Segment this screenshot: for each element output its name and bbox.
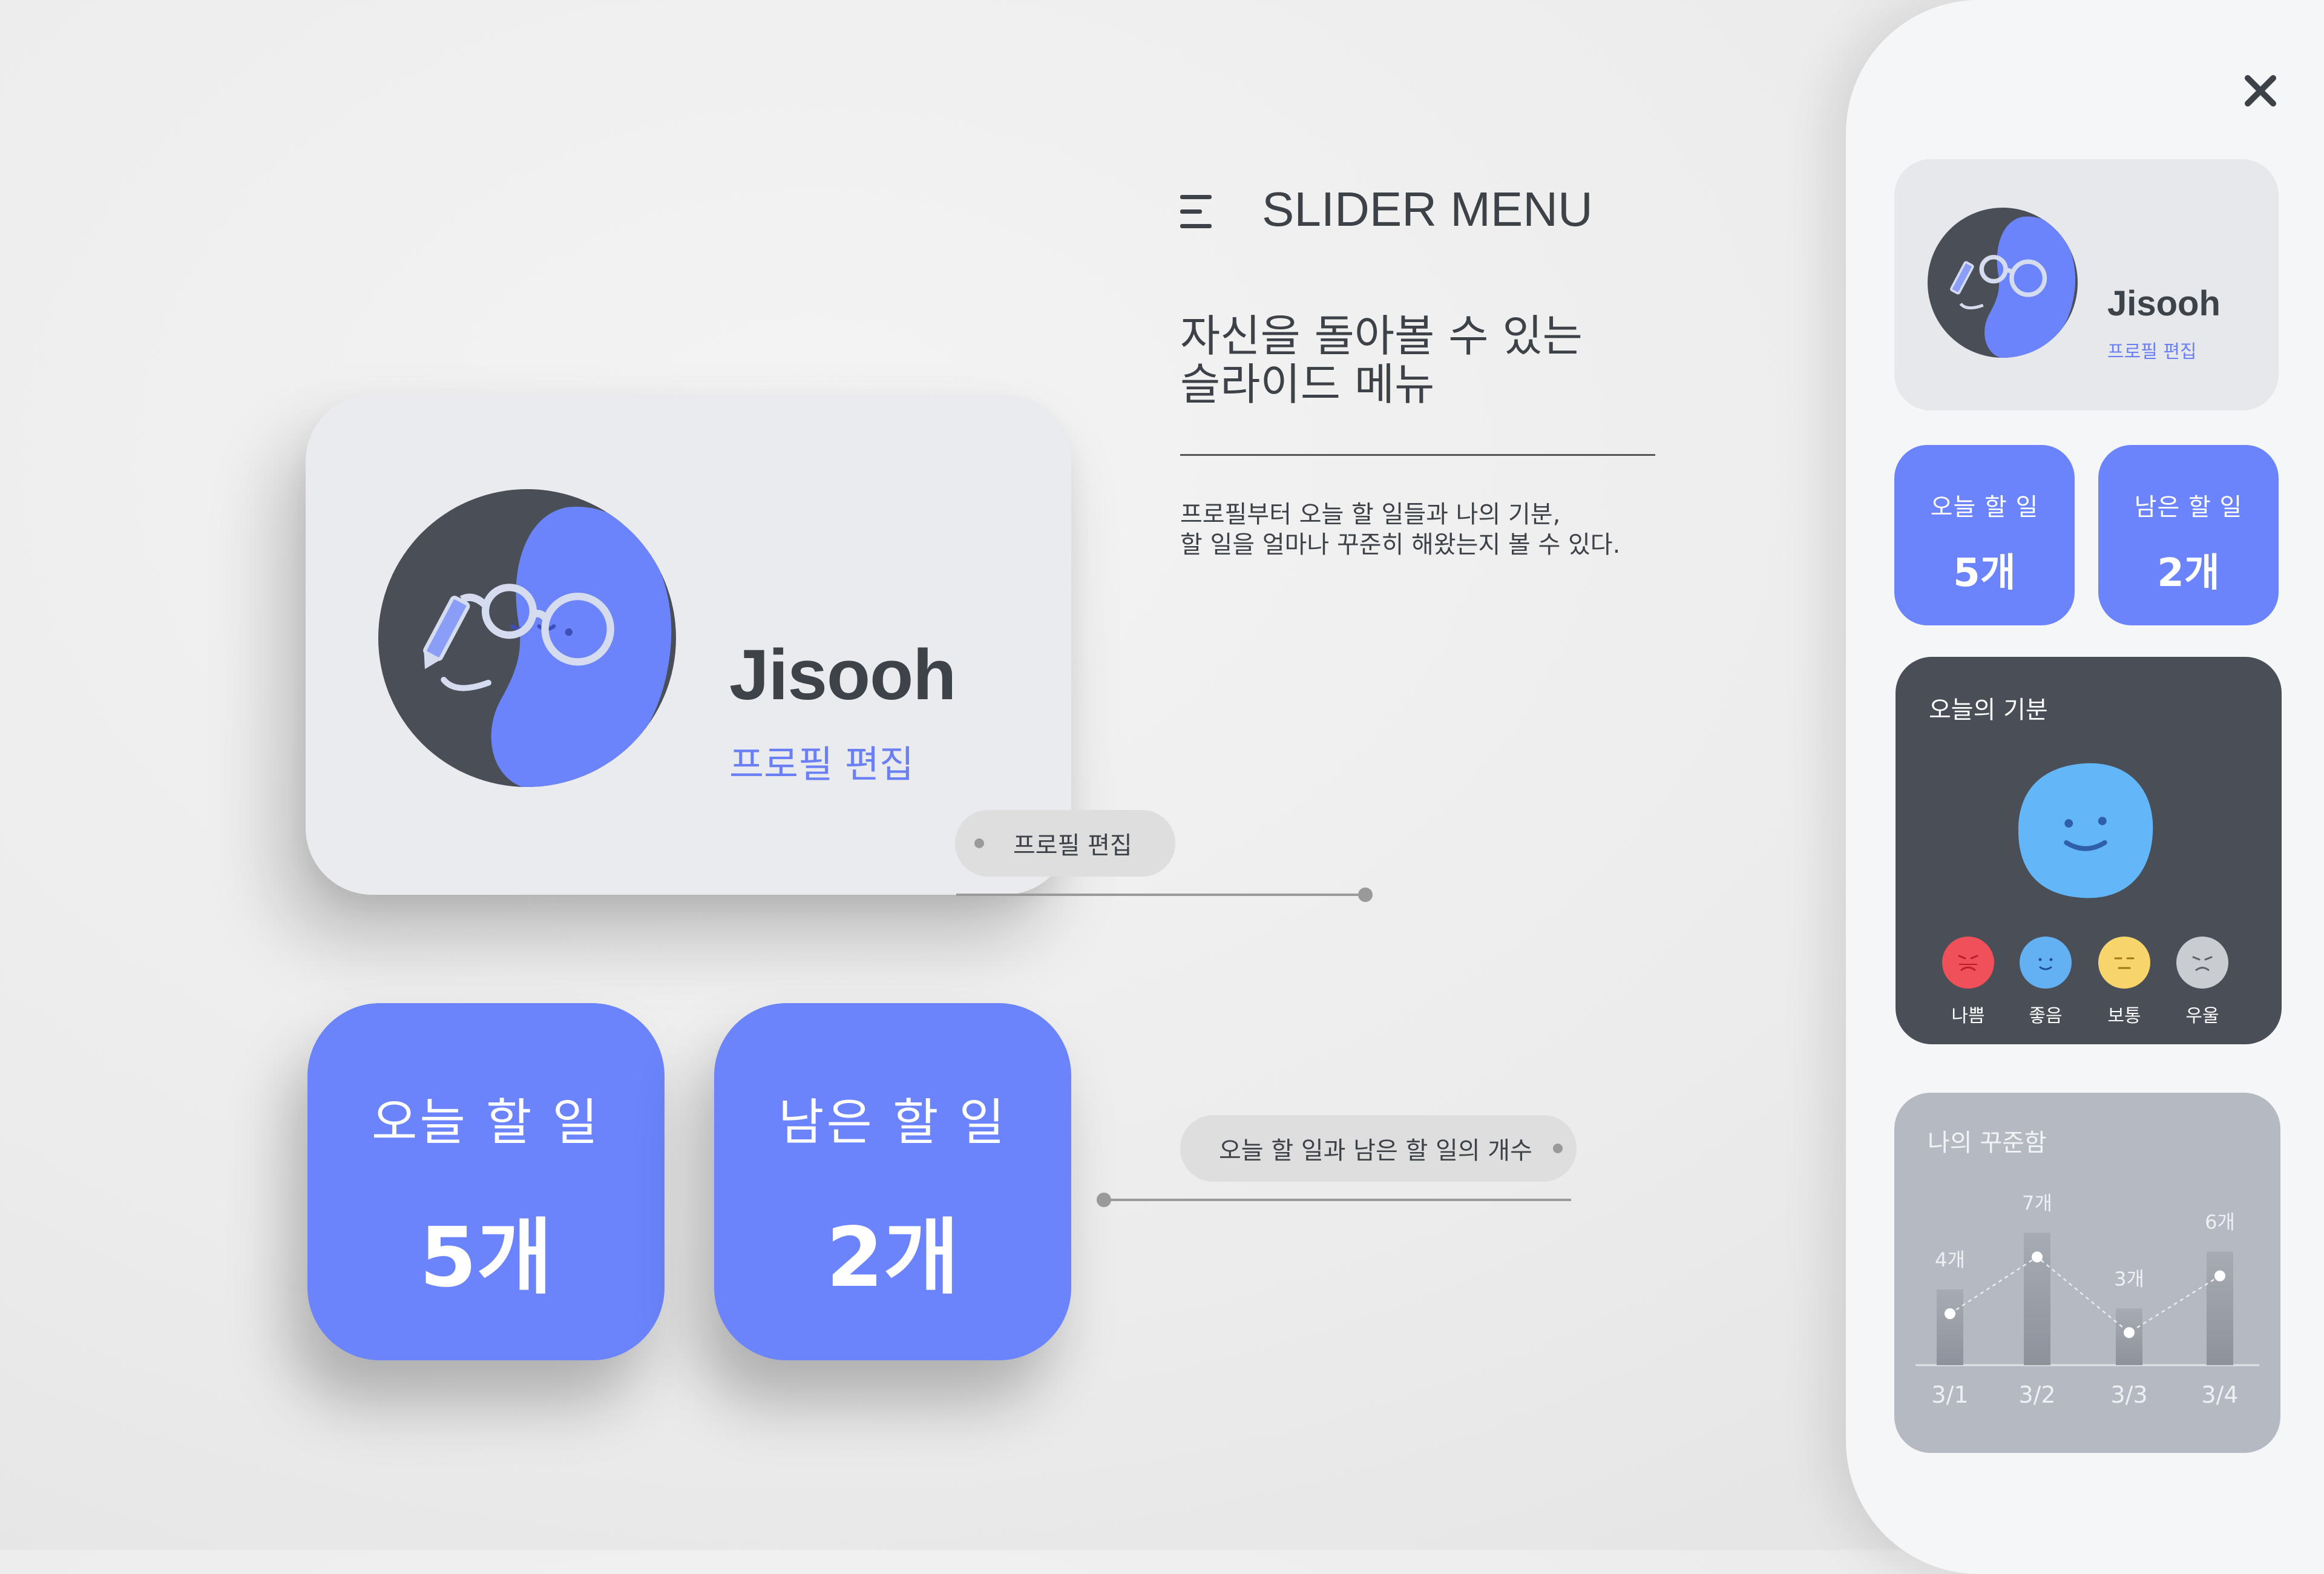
sad-face-icon bbox=[2176, 937, 2228, 989]
divider bbox=[1180, 454, 1655, 456]
chart-tick-label: 3/3 bbox=[2110, 1381, 2147, 1408]
mood-option-label: 좋음 bbox=[2029, 1006, 2063, 1027]
page-title: SLIDER MENU bbox=[1262, 182, 1593, 236]
chart-data-label: 7개 bbox=[2022, 1191, 2052, 1214]
chart-point bbox=[2214, 1270, 2225, 1282]
tasks-count-tag: 오늘 할 일과 남은 할 일의 개수 bbox=[1180, 1115, 1577, 1182]
headline-line: 슬라이드 메뉴 bbox=[1180, 359, 1435, 410]
mood-option-neutral[interactable]: 보통 bbox=[2097, 935, 2152, 1027]
profile-card[interactable]: Jisooh 프로필 편집 bbox=[306, 395, 1071, 895]
menu-icon bbox=[1180, 194, 1216, 230]
profile-name: Jisooh bbox=[729, 635, 956, 715]
description-line: 프로필부터 오늘 할 일들과 나의 기분, bbox=[1180, 501, 1561, 529]
mood-card: 오늘의 기분 나쁨 좋음 보통 우울 bbox=[1896, 657, 2282, 1044]
tag-dot bbox=[974, 838, 984, 848]
panel-today-tasks-label: 오늘 할 일 bbox=[1930, 493, 2039, 521]
today-tasks-card[interactable]: 오늘 할 일 5개 bbox=[307, 1003, 665, 1360]
chart-point bbox=[2032, 1251, 2043, 1263]
smile-face-icon bbox=[2020, 937, 2072, 989]
panel-profile-card[interactable]: Jisooh 프로필 편집 bbox=[1894, 159, 2279, 410]
panel-edit-profile-link[interactable]: 프로필 편집 bbox=[2107, 337, 2197, 363]
mood-option-good[interactable]: 좋음 bbox=[2018, 935, 2073, 1027]
panel-remaining-tasks-card[interactable]: 남은 할 일 2개 bbox=[2098, 445, 2279, 625]
smile-face-icon bbox=[2018, 763, 2153, 898]
chart-bar bbox=[1937, 1289, 1963, 1365]
chart-tick-label: 3/4 bbox=[2201, 1381, 2238, 1408]
today-tasks-count: 5개 bbox=[419, 1210, 553, 1306]
tag-dot bbox=[1552, 1144, 1563, 1153]
tag-label: 프로필 편집 bbox=[1013, 832, 1132, 860]
avatar-icon bbox=[378, 489, 676, 787]
panel-profile-name: Jisooh bbox=[2107, 284, 2221, 323]
avatar-icon bbox=[1928, 208, 2078, 358]
neutral-face-icon bbox=[2098, 937, 2150, 989]
headline-line: 자신을 돌아볼 수 있는 bbox=[1180, 311, 1583, 361]
steadiness-card: 나의 꾸준함 4개 3/1 7개 3/2 3개 3/3 6개 3/4 bbox=[1894, 1093, 2280, 1453]
chart-point bbox=[2124, 1327, 2135, 1339]
close-icon[interactable] bbox=[2239, 70, 2282, 112]
mood-title: 오늘의 기분 bbox=[1929, 696, 2048, 724]
chart-point bbox=[1945, 1308, 1955, 1319]
chart-bar bbox=[2207, 1251, 2233, 1365]
connector-line bbox=[1104, 1199, 1571, 1201]
connector-dot bbox=[1358, 887, 1373, 902]
edit-profile-link[interactable]: 프로필 편집 bbox=[729, 734, 914, 788]
headline: 자신을 돌아볼 수 있는 슬라이드 메뉴 bbox=[1180, 312, 1583, 409]
angry-face-icon bbox=[1942, 937, 1994, 989]
tag-label: 오늘 할 일과 남은 할 일의 개수 bbox=[1219, 1137, 1532, 1165]
mood-option-label: 우울 bbox=[2185, 1006, 2219, 1027]
panel-remaining-tasks-count: 2개 bbox=[2157, 551, 2220, 596]
description: 프로필부터 오늘 할 일들과 나의 기분, 할 일을 얼마나 꾸준히 해왔는지 … bbox=[1180, 499, 1620, 560]
mood-option-sad[interactable]: 우울 bbox=[2175, 935, 2230, 1027]
remaining-tasks-count: 2개 bbox=[826, 1210, 959, 1306]
profile-edit-tag: 프로필 편집 bbox=[955, 810, 1175, 877]
chart-data-label: 6개 bbox=[2205, 1211, 2235, 1234]
chart-data-label: 4개 bbox=[1935, 1248, 1965, 1271]
description-line: 할 일을 얼마나 꾸준히 해왔는지 볼 수 있다. bbox=[1180, 531, 1621, 559]
remaining-tasks-card[interactable]: 남은 할 일 2개 bbox=[714, 1003, 1071, 1360]
mood-option-bad[interactable]: 나쁨 bbox=[1941, 935, 1995, 1027]
today-tasks-label: 오늘 할 일 bbox=[372, 1094, 600, 1151]
remaining-tasks-label: 남은 할 일 bbox=[778, 1094, 1007, 1151]
chart-data-label: 3개 bbox=[2114, 1267, 2144, 1290]
chart-tick-label: 3/1 bbox=[1931, 1381, 1968, 1408]
panel-today-tasks-card[interactable]: 오늘 할 일 5개 bbox=[1894, 445, 2075, 625]
mood-option-label: 나쁨 bbox=[1951, 1006, 1985, 1027]
panel-remaining-tasks-label: 남은 할 일 bbox=[2134, 493, 2243, 521]
chart-trend-line bbox=[1949, 1256, 2221, 1334]
steadiness-chart: 4개 3/1 7개 3/2 3개 3/3 6개 3/4 bbox=[1915, 1191, 2259, 1408]
chart-tick-label: 3/2 bbox=[2018, 1381, 2055, 1408]
panel-today-tasks-count: 5개 bbox=[1953, 551, 2016, 596]
mood-option-label: 보통 bbox=[2107, 1006, 2141, 1027]
connector-line bbox=[956, 894, 1365, 896]
